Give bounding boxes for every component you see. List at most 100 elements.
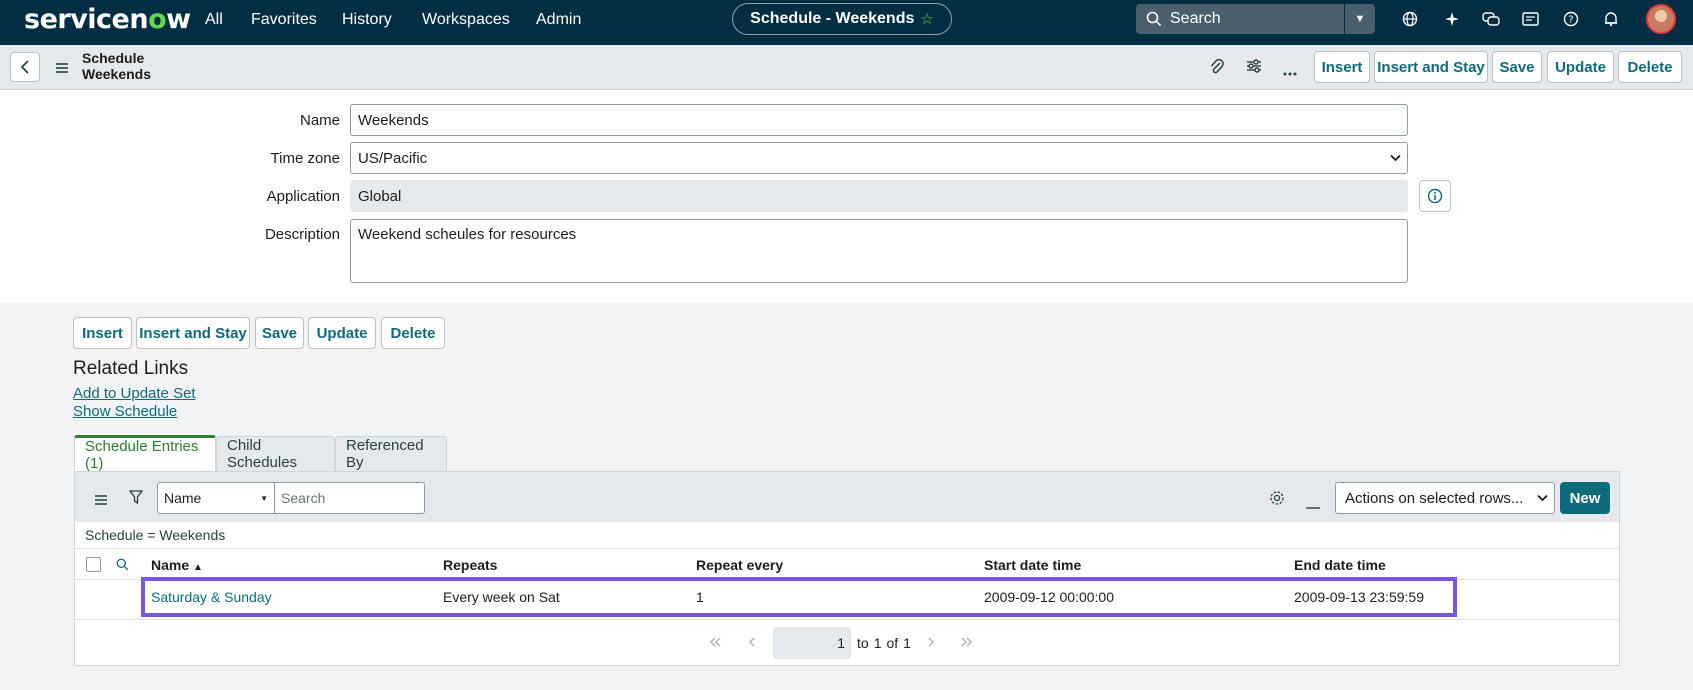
- description-value: Weekend scheules for resources: [358, 226, 577, 243]
- global-search-input[interactable]: Search: [1136, 4, 1344, 34]
- column-repeats[interactable]: Repeats: [443, 557, 497, 573]
- sort-ascending-icon: ▲: [193, 562, 203, 573]
- form-header: Schedule Weekends Insert Insert and Stay…: [0, 45, 1693, 90]
- search-field-select[interactable]: Name ▼: [157, 482, 275, 514]
- timezone-select[interactable]: US/Pacific: [350, 142, 1408, 174]
- inbox-icon[interactable]: [1521, 10, 1539, 28]
- collapse-icon[interactable]: [1306, 496, 1320, 512]
- caret-down-icon: ▼: [260, 494, 268, 503]
- related-links-title: Related Links: [73, 358, 189, 379]
- new-button[interactable]: New: [1560, 482, 1610, 514]
- column-end-date-time[interactable]: End date time: [1294, 557, 1386, 573]
- tab-schedule-entries[interactable]: Schedule Entries (1): [74, 435, 216, 472]
- bottom-insert-button[interactable]: Insert: [73, 317, 132, 349]
- bottom-update-button[interactable]: Update: [308, 317, 376, 349]
- name-value: Weekends: [358, 111, 429, 129]
- nav-all[interactable]: All: [205, 11, 223, 29]
- chat-icon[interactable]: [1482, 10, 1500, 28]
- next-page-icon[interactable]: [928, 637, 935, 650]
- column-search-icon[interactable]: [116, 558, 129, 574]
- schedule-entries-list: Name ▼ Search Actions on selected rows..…: [74, 471, 1620, 666]
- column-name-label: Name: [151, 557, 190, 573]
- gear-icon[interactable]: [1269, 490, 1285, 509]
- nav-history[interactable]: History: [342, 11, 392, 29]
- pagination: 1 to 1 of 1: [75, 619, 1619, 666]
- timezone-value: US/Pacific: [358, 149, 428, 167]
- global-search-placeholder: Search: [1170, 10, 1221, 27]
- user-avatar[interactable]: [1646, 4, 1676, 34]
- column-repeat-every[interactable]: Repeat every: [696, 557, 783, 573]
- name-label: Name: [299, 112, 340, 129]
- bottom-insert-and-stay-button[interactable]: Insert and Stay: [136, 317, 250, 349]
- tab-referenced-by[interactable]: Referenced By: [335, 436, 447, 471]
- last-page-icon[interactable]: [961, 637, 973, 650]
- top-navigation: servicenow All Favorites History Workspa…: [0, 0, 1693, 45]
- globe-icon[interactable]: [1401, 10, 1419, 28]
- pager-to: to: [857, 635, 869, 651]
- context-title: Schedule - Weekends: [750, 10, 915, 27]
- nav-workspaces[interactable]: Workspaces: [422, 11, 510, 29]
- nav-favorites[interactable]: Favorites: [251, 11, 317, 29]
- header-insert-and-stay-button[interactable]: Insert and Stay: [1374, 51, 1488, 83]
- chevron-down-icon: [1537, 491, 1548, 505]
- application-value: Global: [358, 187, 402, 205]
- chevron-down-icon: ▼: [1354, 13, 1366, 25]
- bottom-delete-button[interactable]: Delete: [381, 317, 445, 349]
- context-title-pill[interactable]: Schedule - Weekends ☆: [732, 3, 952, 35]
- search-scope-dropdown[interactable]: ▼: [1345, 4, 1375, 34]
- application-label: Application: [266, 188, 340, 205]
- first-page-icon[interactable]: [709, 637, 721, 650]
- application-field: Global: [350, 180, 1408, 212]
- tab-child-schedules[interactable]: Child Schedules: [216, 436, 335, 471]
- timezone-label: Time zone: [270, 150, 340, 167]
- paperclip-icon[interactable]: [1210, 58, 1224, 79]
- info-icon: [1427, 188, 1443, 204]
- list-menu-icon[interactable]: [95, 492, 107, 508]
- pager-of: of: [886, 635, 899, 651]
- previous-page-icon[interactable]: [748, 637, 755, 650]
- list-toolbar: Name ▼ Search Actions on selected rows..…: [75, 472, 1619, 522]
- form-title-record: Weekends: [82, 66, 151, 82]
- add-to-update-set-link[interactable]: Add to Update Set: [73, 385, 196, 402]
- form-title: Schedule Weekends: [82, 50, 151, 82]
- application-info-button[interactable]: [1419, 180, 1451, 212]
- chevron-left-icon: [20, 60, 29, 74]
- back-button[interactable]: [10, 52, 40, 82]
- servicenow-logo[interactable]: servicenow: [24, 4, 191, 35]
- svg-text:?: ?: [1568, 15, 1573, 26]
- filter-icon[interactable]: [128, 490, 144, 507]
- show-schedule-link[interactable]: Show Schedule: [73, 403, 177, 420]
- list-search-input[interactable]: Search: [275, 482, 425, 514]
- search-field-value: Name: [164, 490, 202, 506]
- list-breadcrumb[interactable]: Schedule = Weekends: [85, 527, 225, 543]
- column-start-date-time[interactable]: Start date time: [984, 557, 1081, 573]
- actions-select[interactable]: Actions on selected rows...: [1335, 482, 1555, 514]
- column-name[interactable]: Name ▲: [151, 557, 203, 573]
- bell-icon[interactable]: [1602, 10, 1620, 28]
- form-context-menu-icon[interactable]: [56, 60, 68, 76]
- row-highlight: [141, 577, 1457, 617]
- description-textarea[interactable]: Weekend scheules for resources: [350, 219, 1408, 283]
- bottom-save-button[interactable]: Save: [255, 317, 304, 349]
- settings-sliders-icon[interactable]: [1246, 58, 1262, 77]
- help-icon[interactable]: ?: [1562, 10, 1580, 28]
- chevron-down-icon: [1390, 151, 1401, 165]
- star-icon[interactable]: ☆: [920, 10, 933, 28]
- description-label: Description: [264, 226, 340, 243]
- sparkle-icon[interactable]: [1443, 10, 1461, 28]
- header-delete-button[interactable]: Delete: [1618, 51, 1682, 83]
- more-options-icon[interactable]: [1283, 63, 1297, 79]
- header-update-button[interactable]: Update: [1547, 51, 1614, 83]
- form-title-table: Schedule: [82, 50, 145, 66]
- pager-total: 1: [903, 635, 911, 651]
- page-range-text: to 1 of 1: [857, 635, 916, 651]
- header-insert-button[interactable]: Insert: [1314, 51, 1370, 83]
- pager-last: 1: [873, 635, 882, 651]
- header-save-button[interactable]: Save: [1492, 51, 1542, 83]
- search-icon: [1146, 11, 1162, 27]
- select-all-checkbox[interactable]: [86, 557, 101, 572]
- name-field[interactable]: Weekends: [350, 104, 1408, 136]
- nav-admin[interactable]: Admin: [536, 11, 581, 29]
- page-number-input[interactable]: 1: [773, 627, 851, 659]
- actions-select-value: Actions on selected rows...: [1345, 489, 1524, 507]
